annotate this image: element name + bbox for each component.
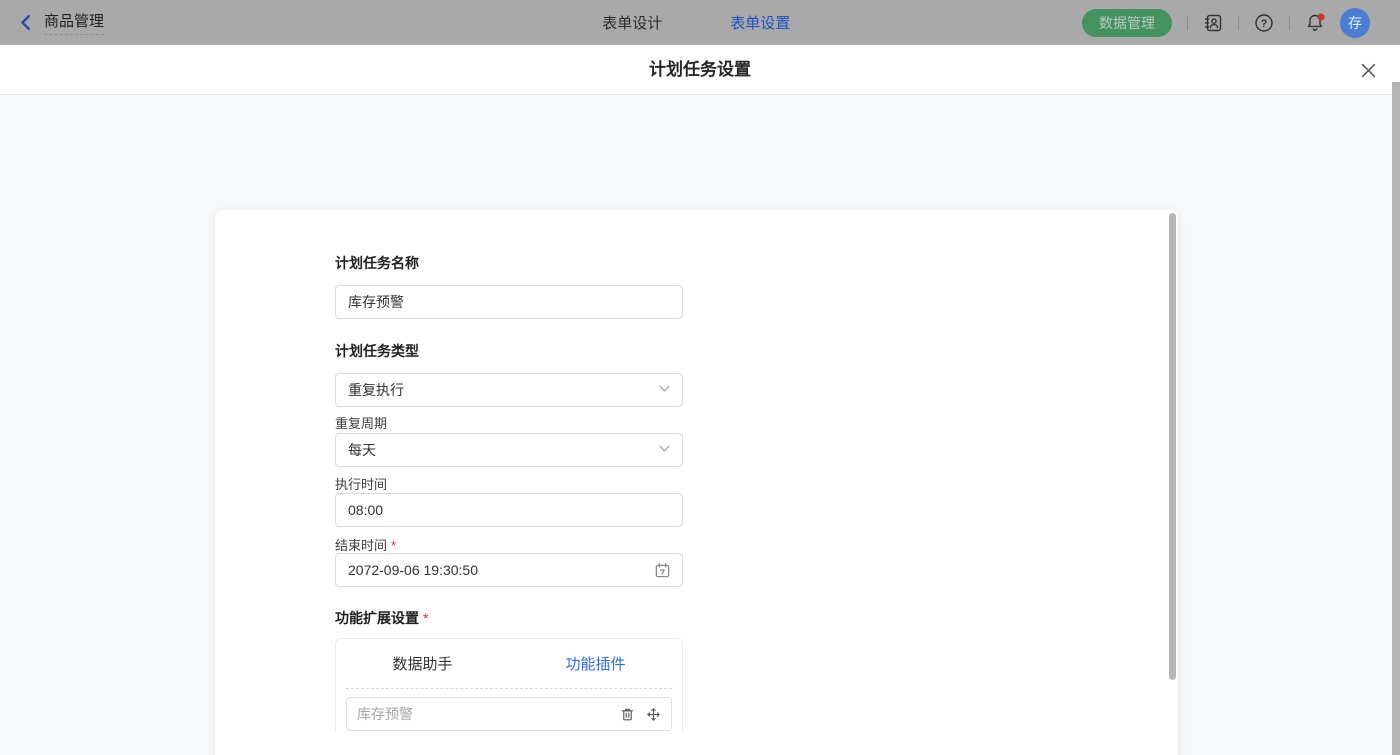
panel-scrollbar-thumb[interactable]: [1169, 213, 1176, 680]
plugin-row[interactable]: 库存预警: [346, 697, 672, 731]
modal-header: 计划任务设置: [0, 45, 1400, 95]
back-button[interactable]: [18, 14, 35, 31]
divider: [1187, 15, 1188, 30]
svg-text:?: ?: [1261, 18, 1268, 30]
repeat-cycle-label: 重复周期: [335, 413, 387, 432]
modal-title: 计划任务设置: [0, 45, 1400, 94]
end-time-input[interactable]: 2072-09-06 19:30:50: [335, 553, 683, 587]
trash-icon[interactable]: [620, 707, 635, 722]
repeat-cycle-select[interactable]: 每天: [335, 433, 683, 467]
end-time-label: 结束时间*: [335, 535, 396, 554]
notification-dot: [1317, 13, 1325, 21]
close-icon: [1360, 62, 1377, 79]
page-scrollbar[interactable]: [1392, 82, 1400, 755]
task-type-select[interactable]: 重复执行: [335, 373, 683, 407]
tab-form-settings[interactable]: 表单设置: [730, 12, 790, 33]
tab-data-assistant[interactable]: 数据助手: [336, 653, 509, 674]
tab-form-design[interactable]: 表单设计: [602, 12, 662, 33]
task-name-label: 计划任务名称: [335, 253, 419, 273]
tab-function-plugin[interactable]: 功能插件: [509, 653, 682, 674]
notification-bell-icon[interactable]: [1305, 13, 1325, 33]
app-title[interactable]: 商品管理: [44, 10, 104, 35]
move-icon[interactable]: [646, 707, 661, 722]
back-chevron-icon: [18, 14, 35, 31]
help-icon[interactable]: ?: [1254, 13, 1274, 33]
extension-settings-label: 功能扩展设置*: [335, 608, 428, 628]
close-button[interactable]: [1358, 60, 1378, 80]
plugin-name: 库存预警: [357, 704, 620, 724]
avatar[interactable]: 存: [1340, 8, 1370, 38]
contacts-icon[interactable]: [1203, 13, 1223, 33]
divider: [1238, 15, 1239, 30]
calendar-icon: [654, 562, 671, 582]
modal-body: 计划任务名称 库存预警 计划任务类型 重复执行 重复周期 每天 执行时间 08:…: [0, 95, 1400, 755]
chevron-down-icon: [658, 442, 671, 458]
dashed-divider: [346, 688, 672, 689]
chevron-down-icon: [658, 382, 671, 398]
exec-time-input[interactable]: 08:00: [335, 493, 683, 527]
top-navigation-bar: 商品管理 表单设计 表单设置 数据管理 ?: [0, 0, 1400, 45]
task-type-label: 计划任务类型: [335, 341, 419, 361]
divider: [1289, 15, 1290, 30]
extension-card: 数据助手 功能插件 库存预警: [335, 638, 683, 732]
exec-time-label: 执行时间: [335, 474, 387, 493]
data-manage-button[interactable]: 数据管理: [1082, 9, 1172, 37]
settings-panel: 计划任务名称 库存预警 计划任务类型 重复执行 重复周期 每天 执行时间 08:…: [215, 210, 1178, 755]
task-name-input[interactable]: 库存预警: [335, 285, 683, 319]
